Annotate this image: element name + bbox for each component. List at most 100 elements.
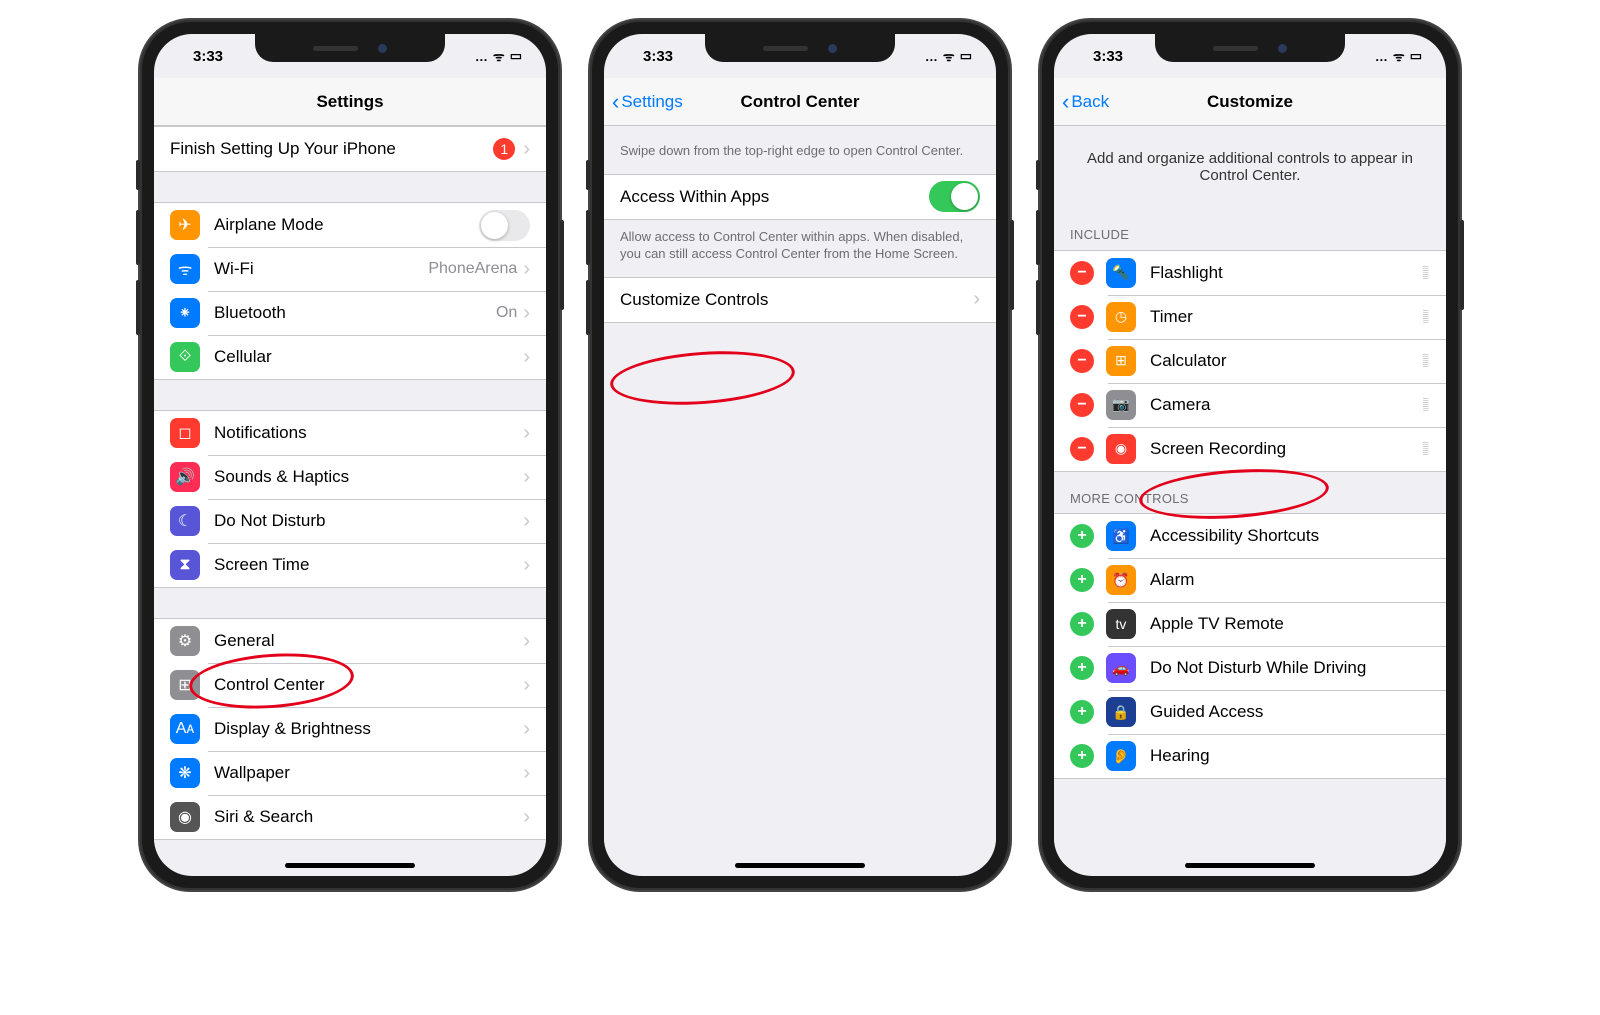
remove-button[interactable]: −	[1070, 261, 1094, 285]
wi-fi-icon: ᯤ	[170, 254, 200, 284]
nav-back-label: Settings	[621, 92, 682, 112]
cell-label: Do Not Disturb While Driving	[1150, 658, 1430, 678]
add-button[interactable]: +	[1070, 700, 1094, 724]
cell-label: Notifications	[214, 423, 523, 443]
nav-back-button[interactable]: ‹ Back	[1062, 89, 1109, 115]
cell-label: Timer	[1150, 307, 1423, 327]
cellular-icon: ⟐	[170, 342, 200, 372]
accessibility-shortcuts-icon: ♿	[1106, 521, 1136, 551]
signal-icon: …	[925, 49, 938, 64]
airplane-mode-icon: ✈	[170, 210, 200, 240]
add-button[interactable]: +	[1070, 524, 1094, 548]
add-button[interactable]: +	[1070, 568, 1094, 592]
do-not-disturb-icon: ☾	[170, 506, 200, 536]
row-accessibility-shortcuts[interactable]: +♿ Accessibility Shortcuts	[1054, 514, 1446, 558]
chevron-right-icon: ›	[523, 718, 530, 741]
phone-1: 3:33 … ᯤ ▭ Settings Finish Setting Up Yo…	[140, 20, 560, 890]
row-control-center[interactable]: ⊞ Control Center›	[154, 663, 546, 707]
row-apple-tv-remote[interactable]: +tv Apple TV Remote	[1054, 602, 1446, 646]
remove-button[interactable]: −	[1070, 393, 1094, 417]
reorder-handle-icon[interactable]: ≡≡≡	[1423, 311, 1430, 323]
row-cellular[interactable]: ⟐ Cellular›	[154, 335, 546, 379]
control-center-icon: ⊞	[170, 670, 200, 700]
cell-label: Wallpaper	[214, 763, 523, 783]
chevron-right-icon: ›	[523, 762, 530, 785]
nav-title: Customize	[1207, 92, 1293, 112]
add-button[interactable]: +	[1070, 744, 1094, 768]
cell-label: Flashlight	[1150, 263, 1423, 283]
row-alarm[interactable]: +⏰ Alarm	[1054, 558, 1446, 602]
general-icon: ⚙	[170, 626, 200, 656]
row-do-not-disturb-while-driving[interactable]: +🚗 Do Not Disturb While Driving	[1054, 646, 1446, 690]
remove-button[interactable]: −	[1070, 437, 1094, 461]
row-wi-fi[interactable]: ᯤ Wi-FiPhoneArena›	[154, 247, 546, 291]
nav-back-button[interactable]: ‹ Settings	[612, 89, 683, 115]
row-screen-time[interactable]: ⧗ Screen Time›	[154, 543, 546, 587]
row-siri-search[interactable]: ◉ Siri & Search›	[154, 795, 546, 839]
cell-label: Airplane Mode	[214, 215, 479, 235]
row-bluetooth[interactable]: ⁕ BluetoothOn›	[154, 291, 546, 335]
chevron-right-icon: ›	[523, 302, 530, 325]
row-flashlight[interactable]: −🔦 Flashlight≡≡≡	[1054, 251, 1446, 295]
chevron-right-icon: ›	[523, 510, 530, 533]
home-indicator[interactable]	[735, 863, 865, 868]
remove-button[interactable]: −	[1070, 305, 1094, 329]
timer-icon: ◷	[1106, 302, 1136, 332]
row-camera[interactable]: −📷 Camera≡≡≡	[1054, 383, 1446, 427]
notification-badge: 1	[493, 138, 515, 160]
toggle-switch[interactable]	[929, 181, 980, 212]
wallpaper-icon: ❋	[170, 758, 200, 788]
calculator-icon: ⊞	[1106, 346, 1136, 376]
chevron-right-icon: ›	[523, 422, 530, 445]
row-customize-controls[interactable]: Customize Controls ›	[604, 278, 996, 322]
toggle-switch[interactable]	[479, 210, 530, 241]
row-timer[interactable]: −◷ Timer≡≡≡	[1054, 295, 1446, 339]
nav-bar: Settings	[154, 78, 546, 126]
cell-label: Guided Access	[1150, 702, 1430, 722]
reorder-handle-icon[interactable]: ≡≡≡	[1423, 443, 1430, 455]
notifications-icon: ◻	[170, 418, 200, 448]
chevron-right-icon: ›	[523, 346, 530, 369]
chevron-left-icon: ‹	[612, 89, 619, 115]
section-header-include: Include	[1054, 208, 1446, 250]
home-indicator[interactable]	[285, 863, 415, 868]
alarm-icon: ⏰	[1106, 565, 1136, 595]
add-button[interactable]: +	[1070, 612, 1094, 636]
camera-icon: 📷	[1106, 390, 1136, 420]
row-general[interactable]: ⚙ General›	[154, 619, 546, 663]
chevron-right-icon: ›	[973, 288, 980, 311]
row-wallpaper[interactable]: ❋ Wallpaper›	[154, 751, 546, 795]
remove-button[interactable]: −	[1070, 349, 1094, 373]
add-button[interactable]: +	[1070, 656, 1094, 680]
row-sounds-haptics[interactable]: 🔊 Sounds & Haptics›	[154, 455, 546, 499]
row-display-brightness[interactable]: Aᴀ Display & Brightness›	[154, 707, 546, 751]
status-time: 3:33	[178, 48, 238, 65]
sounds-haptics-icon: 🔊	[170, 462, 200, 492]
row-access-within-apps[interactable]: Access Within Apps	[604, 175, 996, 219]
reorder-handle-icon[interactable]: ≡≡≡	[1423, 355, 1430, 367]
cell-label: Cellular	[214, 347, 523, 367]
chevron-right-icon: ›	[523, 138, 530, 161]
home-indicator[interactable]	[1185, 863, 1315, 868]
row-finish-setup[interactable]: Finish Setting Up Your iPhone 1 ›	[154, 127, 546, 171]
row-do-not-disturb[interactable]: ☾ Do Not Disturb›	[154, 499, 546, 543]
cell-detail: PhoneArena	[428, 260, 517, 278]
hearing-icon: 👂	[1106, 741, 1136, 771]
row-airplane-mode[interactable]: ✈ Airplane Mode	[154, 203, 546, 247]
status-time: 3:33	[628, 48, 688, 65]
reorder-handle-icon[interactable]: ≡≡≡	[1423, 267, 1430, 279]
status-time: 3:33	[1078, 48, 1138, 65]
row-guided-access[interactable]: +🔒 Guided Access	[1054, 690, 1446, 734]
row-calculator[interactable]: −⊞ Calculator≡≡≡	[1054, 339, 1446, 383]
row-hearing[interactable]: +👂 Hearing	[1054, 734, 1446, 778]
wifi-icon: ᯤ	[943, 47, 955, 65]
row-screen-recording[interactable]: −◉ Screen Recording≡≡≡	[1054, 427, 1446, 471]
cell-label: Display & Brightness	[214, 719, 523, 739]
screen-recording-icon: ◉	[1106, 434, 1136, 464]
battery-icon: ▭	[510, 48, 522, 64]
reorder-handle-icon[interactable]: ≡≡≡	[1423, 399, 1430, 411]
row-notifications[interactable]: ◻ Notifications›	[154, 411, 546, 455]
signal-icon: …	[475, 49, 488, 64]
cell-label: Wi-Fi	[214, 259, 428, 279]
battery-icon: ▭	[1410, 48, 1422, 64]
